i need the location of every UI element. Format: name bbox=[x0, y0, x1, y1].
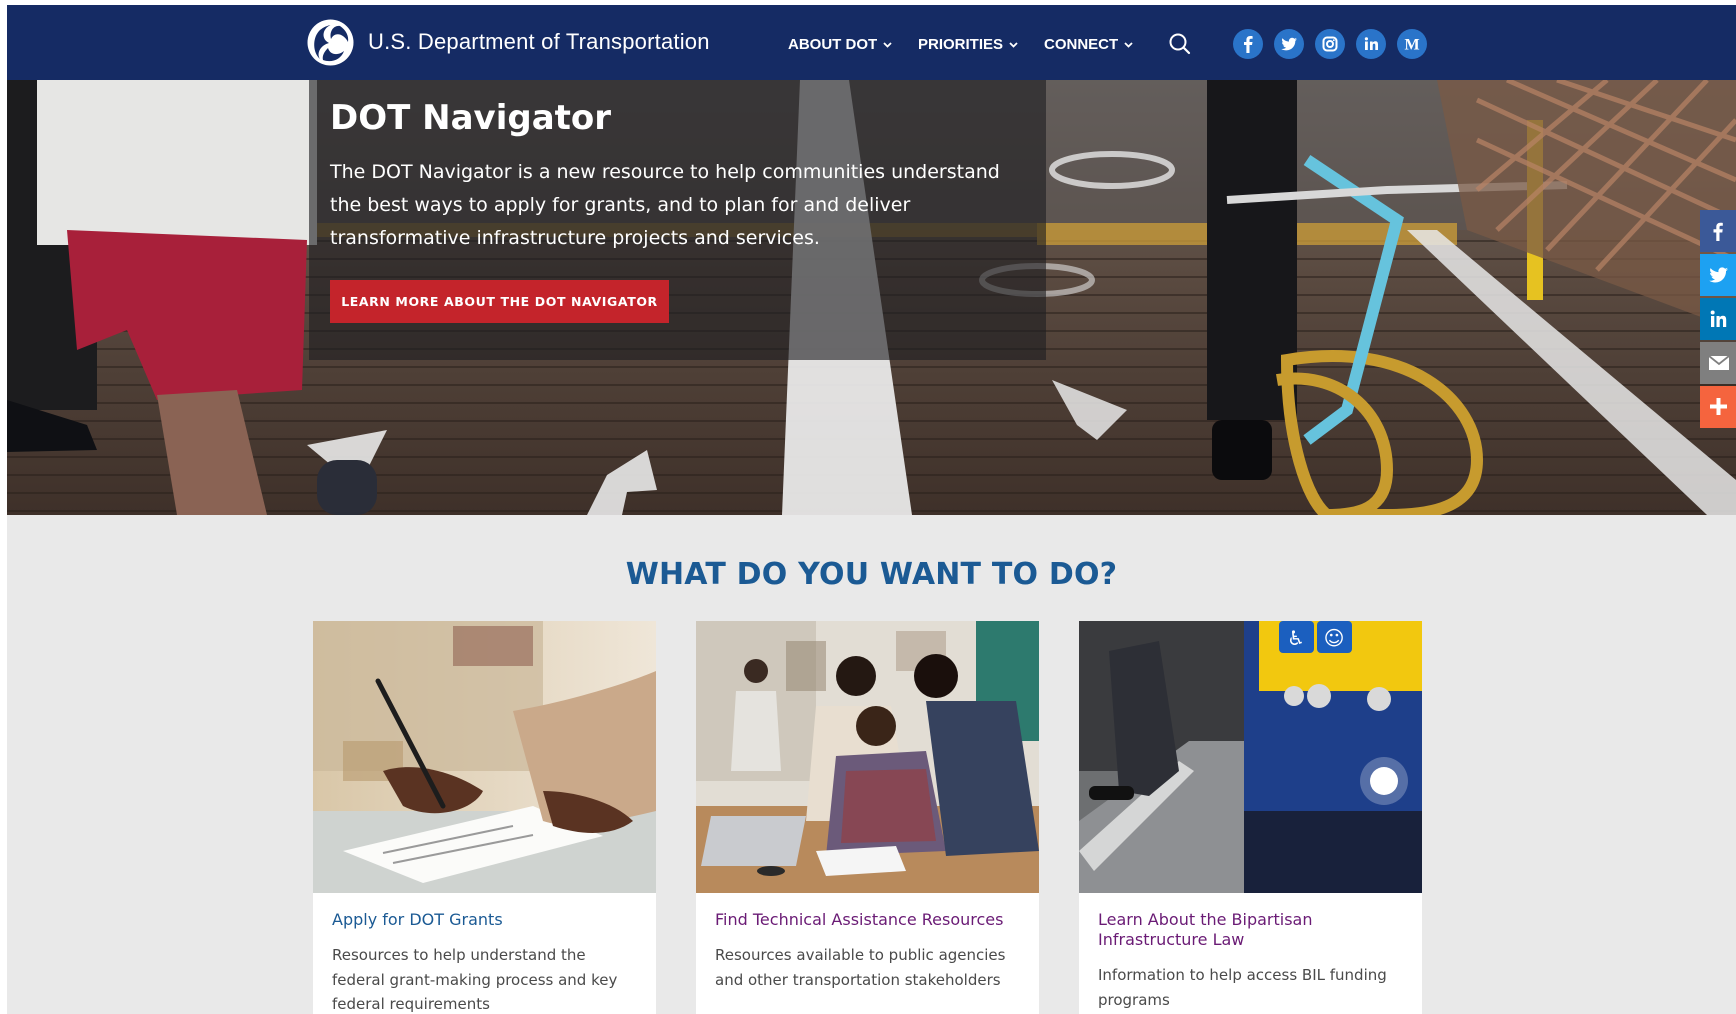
twitter-icon bbox=[1709, 267, 1728, 283]
facebook-icon bbox=[1713, 222, 1723, 241]
team-meeting-image bbox=[696, 621, 1039, 893]
bus-boarding-image: ♿ ☺ bbox=[1079, 621, 1422, 893]
card-description: Resources available to public agencies a… bbox=[715, 946, 1006, 989]
nav-label: ABOUT DOT bbox=[788, 36, 878, 53]
hero-description: The DOT Navigator is a new resource to h… bbox=[330, 161, 1000, 249]
page: U.S. Department of Transportation ABOUT … bbox=[7, 5, 1736, 1014]
card-image bbox=[313, 621, 656, 893]
svg-text:M: M bbox=[1404, 37, 1419, 54]
chevron-down-icon bbox=[883, 35, 892, 52]
nav-label: CONNECT bbox=[1044, 36, 1119, 53]
facebook-link[interactable] bbox=[1233, 29, 1263, 59]
card-bipartisan-infrastructure-law[interactable]: ♿ ☺ Learn About the Bipartisan Infrastru… bbox=[1079, 621, 1422, 1014]
section-title: WHAT DO YOU WANT TO DO? bbox=[625, 557, 1118, 592]
chevron-down-icon bbox=[1124, 35, 1133, 52]
signing-document-image bbox=[313, 621, 656, 893]
nav-about-dot[interactable]: ABOUT DOT bbox=[788, 35, 892, 53]
instagram-icon bbox=[1322, 36, 1338, 52]
twitter-icon bbox=[1281, 37, 1297, 51]
dot-logo-icon[interactable] bbox=[307, 19, 354, 66]
email-icon bbox=[1708, 355, 1730, 370]
plus-icon bbox=[1710, 398, 1727, 415]
instagram-link[interactable] bbox=[1315, 29, 1345, 59]
nav-label: PRIORITIES bbox=[918, 36, 1004, 53]
card-image: ♿ ☺ bbox=[1079, 621, 1422, 893]
nav-priorities[interactable]: PRIORITIES bbox=[918, 35, 1018, 53]
site-header: U.S. Department of Transportation ABOUT … bbox=[7, 5, 1736, 80]
site-title[interactable]: U.S. Department of Transportation bbox=[368, 29, 710, 55]
card-apply-for-grants[interactable]: Apply for DOT Grants Resources to help u… bbox=[313, 621, 656, 1014]
hero-banner: DOT Navigator The DOT Navigator is a new… bbox=[7, 80, 1736, 515]
card-image bbox=[696, 621, 1039, 893]
card-title[interactable]: Learn About the Bipartisan Infrastructur… bbox=[1098, 910, 1403, 950]
chevron-down-icon bbox=[1009, 35, 1018, 52]
twitter-link[interactable] bbox=[1274, 29, 1304, 59]
share-email-button[interactable] bbox=[1700, 342, 1736, 384]
linkedin-icon bbox=[1710, 310, 1727, 327]
card-title[interactable]: Apply for DOT Grants bbox=[332, 910, 637, 930]
share-twitter-button[interactable] bbox=[1700, 254, 1736, 296]
card-title[interactable]: Find Technical Assistance Resources bbox=[715, 910, 1020, 930]
linkedin-link[interactable] bbox=[1356, 29, 1386, 59]
share-more-button[interactable] bbox=[1700, 386, 1736, 428]
svg-text:♿: ♿ bbox=[1287, 626, 1305, 650]
card-description: Information to help access BIL funding p… bbox=[1098, 966, 1387, 1009]
linkedin-icon bbox=[1364, 37, 1378, 50]
medium-icon: M bbox=[1404, 37, 1419, 54]
share-linkedin-button[interactable] bbox=[1700, 298, 1736, 340]
learn-more-button[interactable]: LEARN MORE ABOUT THE DOT NAVIGATOR bbox=[330, 280, 669, 323]
card-technical-assistance[interactable]: Find Technical Assistance Resources Reso… bbox=[696, 621, 1039, 1014]
search-button[interactable] bbox=[1167, 31, 1193, 57]
card-description: Resources to help understand the federal… bbox=[332, 946, 618, 1013]
hero-title: DOT Navigator bbox=[330, 98, 612, 138]
share-facebook-button[interactable] bbox=[1700, 210, 1736, 252]
facebook-icon bbox=[1244, 36, 1253, 53]
nav-connect[interactable]: CONNECT bbox=[1044, 35, 1133, 53]
medium-link[interactable]: M bbox=[1397, 29, 1427, 59]
svg-text:☺: ☺ bbox=[1324, 626, 1345, 650]
search-icon bbox=[1169, 33, 1191, 55]
